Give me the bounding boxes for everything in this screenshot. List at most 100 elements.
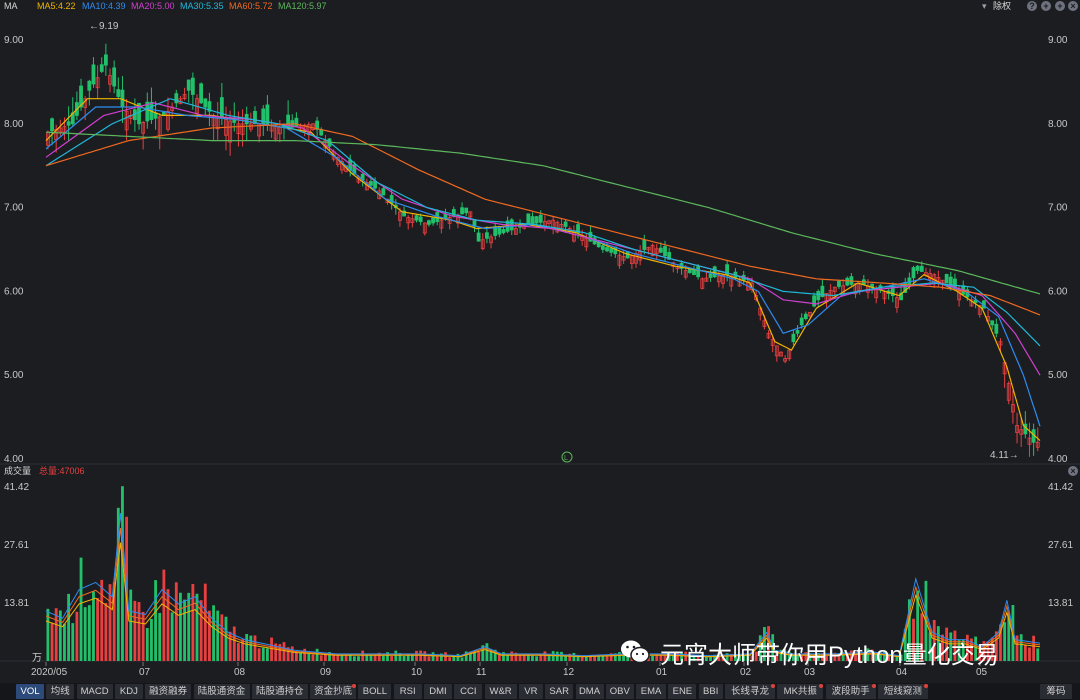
tab-dmi[interactable]: DMI [424,684,452,699]
candle-body [687,268,692,273]
volume-bar [290,646,294,661]
volume-bar [460,657,464,661]
candle-body [812,295,817,307]
candle-body [837,280,841,287]
volume-bar [381,655,385,661]
ma-line-ma10 [45,106,1041,427]
candle-body [526,213,531,225]
volume-bar [415,650,418,661]
tab-cci[interactable]: CCI [454,684,483,699]
candle-body [464,207,469,214]
candle-body [803,313,808,320]
volume-bar [452,656,456,661]
tab--[interactable]: 资金抄底 [310,684,357,699]
volume-bar [104,602,108,661]
volume-bar [357,656,360,661]
volume-bar [203,583,207,661]
tab-sar[interactable]: SAR [545,684,574,699]
volume-bar [216,610,220,661]
tab--[interactable]: 陆股通持仓 [251,684,308,699]
tab--[interactable]: 长线寻龙 [725,684,775,699]
volume-bar [319,655,323,661]
x-tick-label: 12 [563,667,575,678]
tab-w-r[interactable]: W&R [484,684,517,699]
tab-mk-[interactable]: MK共振 [777,684,824,699]
price-tick-left: 6.00 [4,286,24,297]
candle-body [219,97,224,119]
volume-bar [162,569,166,661]
tab--[interactable]: 融资融券 [145,684,192,699]
tab-ema[interactable]: EMA [636,684,667,699]
volume-bar [270,637,273,661]
volume-bar [75,611,79,661]
candle-body [915,265,920,271]
candle-body [605,247,609,252]
x-tick-label: 10 [411,667,423,678]
volume-bar [361,650,365,661]
tab--[interactable]: 短线窥测 [877,684,928,699]
volume-bar [535,656,539,661]
candle-body [174,93,179,104]
candle-body [427,220,431,225]
tab-kdj[interactable]: KDJ [114,684,143,699]
candle-body [112,67,117,87]
wechat-icon [621,640,650,664]
volume-bar [224,616,228,661]
tab-obv[interactable]: OBV [605,684,634,699]
price-tick-right: 7.00 [1048,203,1068,214]
tab--[interactable]: 陆股通资金 [193,684,250,699]
stock-chart[interactable]: 9.00 9.00 8.00 8.00 7.00 7.00 6.00 6.00 5.00 5.00… [0,0,1080,683]
volume-bar [1036,648,1040,661]
volume-bar [605,656,609,661]
volume-bar [307,653,311,661]
watermark: 元宵大师带你用Python量化交易 [620,632,999,672]
watermark-text: 元宵大师带你用Python量化交易 [660,641,999,669]
volume-bar [406,655,410,661]
ma-line-ma120 [45,131,1041,295]
price-tick-left: 5.00 [4,370,24,381]
new-badge-icon [923,684,928,688]
volume-tick-right: 13.81 [1048,598,1073,609]
candle-body [845,277,850,286]
tab-dma[interactable]: DMA [575,684,604,699]
candle-body [534,216,539,224]
tab--[interactable]: 波段助手 [825,684,876,699]
candle-body [530,216,535,225]
tab--[interactable]: 筹码 [1040,684,1072,699]
tab-rsi[interactable]: RSI [393,684,422,699]
tab-ene[interactable]: ENE [668,684,697,699]
tab-macd[interactable]: MACD [76,684,113,699]
candle-body [294,117,299,127]
candle-body [538,214,543,223]
candle-body [199,83,204,104]
candle-body [799,317,804,326]
tab--[interactable]: 均线 [46,684,75,699]
x-tick-label: 07 [139,667,151,678]
volume-tick-left: 27.61 [4,540,29,551]
volume-bar [448,657,452,661]
tab-vol[interactable]: VOL [16,684,44,699]
volume-tick-left: 41.42 [4,482,29,493]
volume-bar [282,642,286,661]
volume-bar [191,584,195,661]
volume-bar [427,656,431,661]
volume-bar [253,635,257,661]
x-tick-label: 2020/05 [31,667,68,678]
volume-bar [220,614,224,661]
volume-bar [257,648,261,661]
volume-bar [390,656,394,661]
price-tick-left: 7.00 [4,203,24,214]
candle-body [203,98,208,108]
volume-bar [295,652,298,661]
candle-body [990,320,995,326]
volume-bar [96,598,99,661]
volume-bar [1003,622,1007,661]
tab-vr[interactable]: VR [518,684,543,699]
low-price-annotation: 4.11→ [990,450,1019,461]
volume-bar [1028,647,1031,661]
candle-body [87,80,92,91]
tab-boll[interactable]: BOLL [358,684,392,699]
candle-body [476,232,481,242]
tab-bbi[interactable]: BBI [698,684,723,699]
volume-bar [543,651,547,661]
